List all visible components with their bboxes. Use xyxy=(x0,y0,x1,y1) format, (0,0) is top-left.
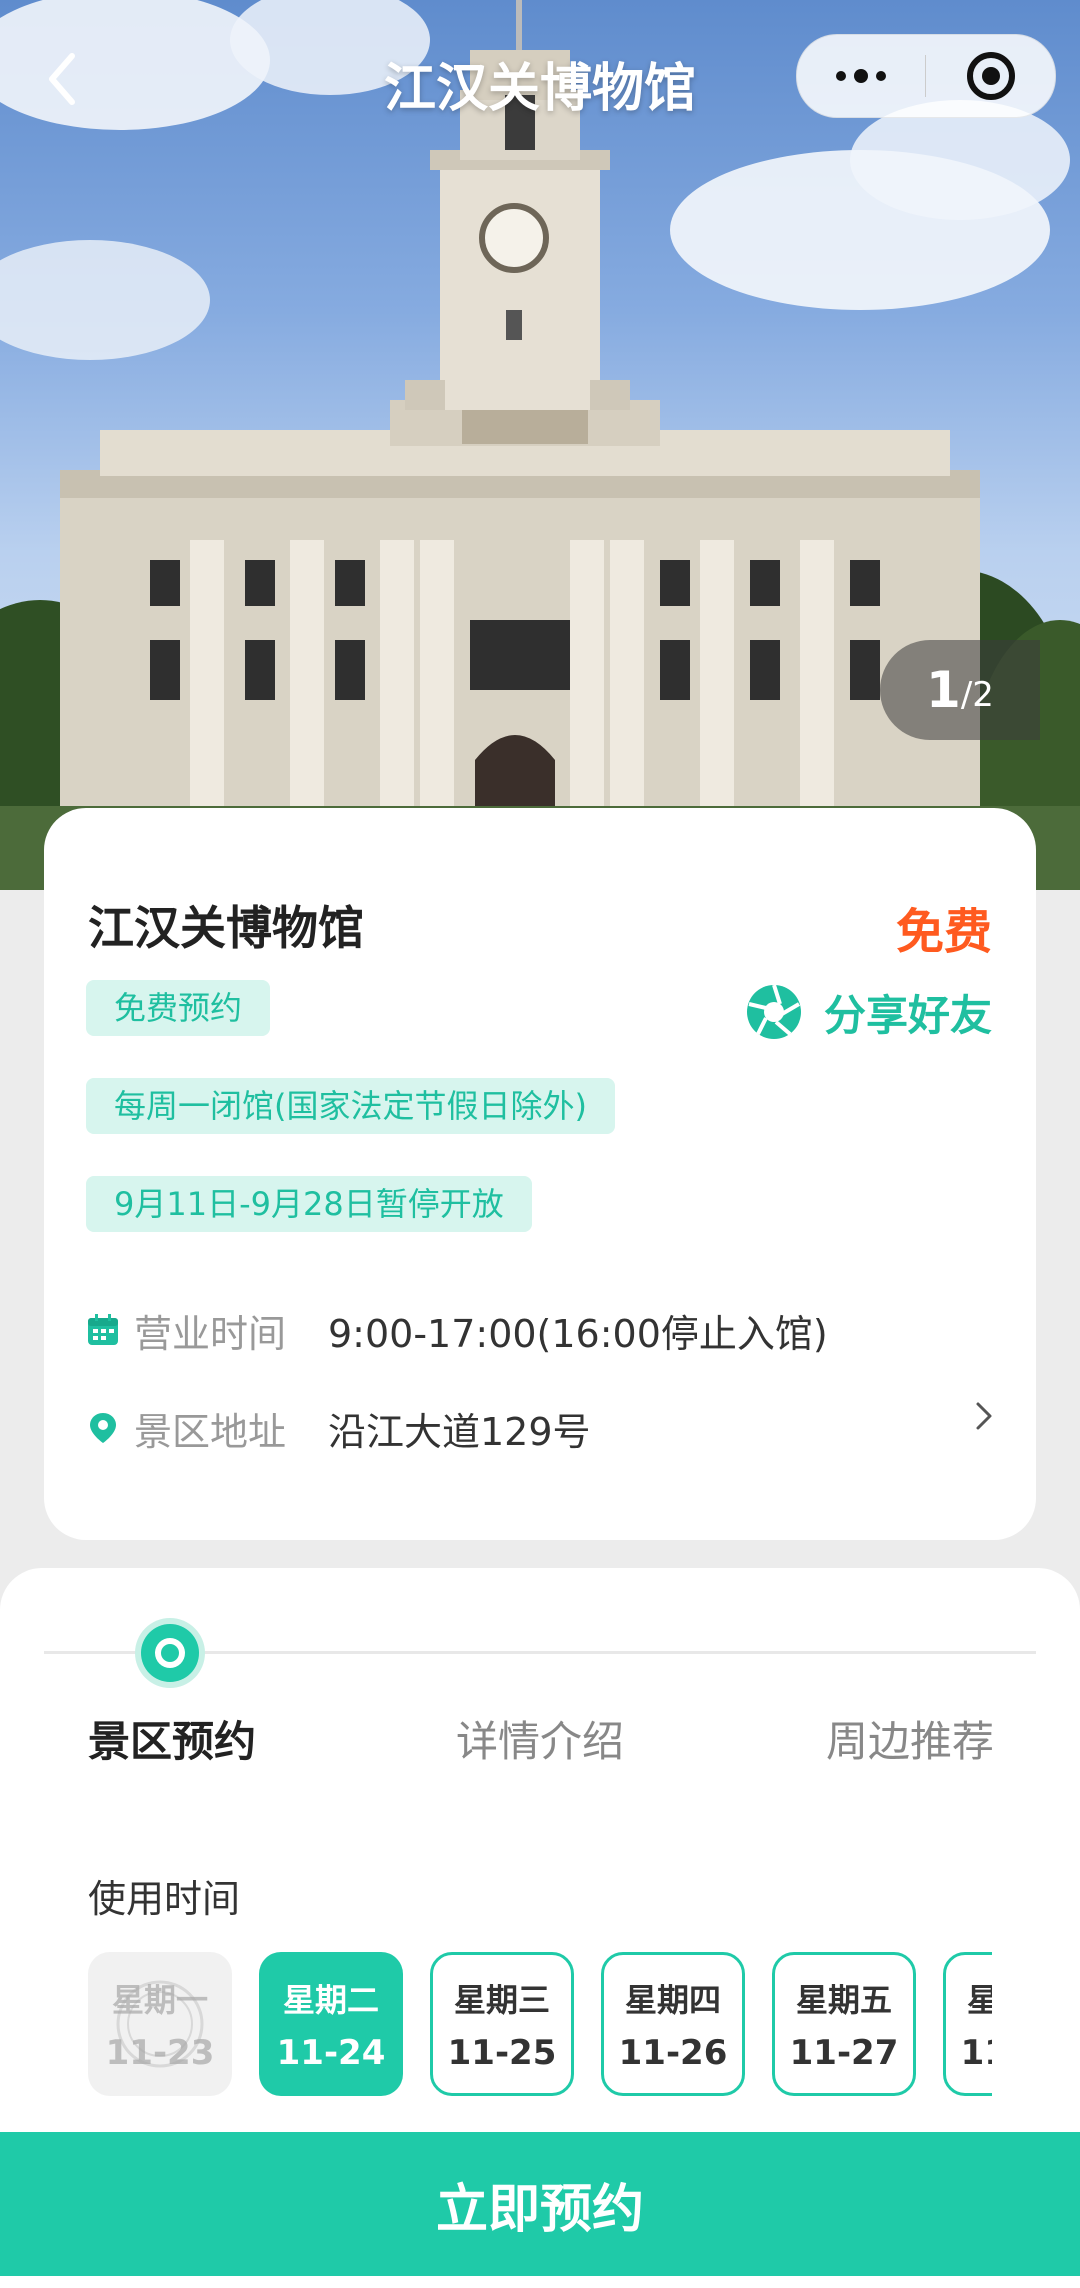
book-now-button[interactable]: 立即预约 xyxy=(0,2132,1080,2276)
date-option[interactable]: 星期六 11-28 xyxy=(943,1952,992,2096)
museum-photo xyxy=(0,0,1080,890)
date-weekday: 星期三 xyxy=(453,1981,550,2019)
more-options-button[interactable] xyxy=(797,35,925,117)
capsule-divider xyxy=(925,55,926,97)
address-label: 景区地址 xyxy=(134,1409,287,1454)
date-weekday: 星期六 xyxy=(966,1981,992,2019)
tab-booking[interactable]: 景区预约 xyxy=(88,1708,256,1769)
aperture-share-icon xyxy=(746,984,801,1039)
address-row[interactable]: 景区地址 沿江大道129号 xyxy=(86,1398,1026,1458)
hours-label: 营业时间 xyxy=(134,1311,287,1356)
tab-nearby[interactable]: 周边推荐 xyxy=(826,1708,994,1769)
share-button[interactable]: 分享好友 xyxy=(744,980,992,1044)
tag-suspended: 9月11日-9月28日暂停开放 xyxy=(86,1176,532,1232)
gallery-counter: 1 /2 xyxy=(880,640,1040,740)
venue-name: 江汉关博物馆 xyxy=(88,901,364,955)
date-option: 星期一 11-23 xyxy=(88,1952,232,2096)
hours-row: 营业时间 9:00-17:00(16:00停止入馆) xyxy=(86,1300,828,1360)
use-time-label: 使用时间 xyxy=(88,1877,241,1921)
date-day: 11-27 xyxy=(789,2033,899,2073)
date-weekday: 星期五 xyxy=(795,1981,892,2019)
date-picker: 星期一 11-23 星期二 11-24 星期三 11-25 星期四 11-26 … xyxy=(88,1952,992,2102)
address-value: 沿江大道129号 xyxy=(328,1409,591,1454)
date-option[interactable]: 星期三 11-25 xyxy=(430,1952,574,2096)
chevron-left-icon xyxy=(49,53,75,105)
date-option[interactable]: 星期二 11-24 xyxy=(259,1952,403,2096)
date-option[interactable]: 星期五 11-27 xyxy=(772,1952,916,2096)
calendar-icon xyxy=(88,1314,118,1345)
miniprogram-capsule xyxy=(796,34,1056,118)
date-weekday: 星期四 xyxy=(624,1981,721,2019)
date-day: 11-26 xyxy=(618,2033,728,2073)
share-label: 分享好友 xyxy=(823,990,992,1040)
back-button[interactable] xyxy=(30,44,100,114)
date-day: 11-24 xyxy=(276,2033,386,2073)
venue-info-card: 江汉关博物馆 免费 免费预约 分享好友 每周一闭馆(国家法定节假日除外) 9月1… xyxy=(44,808,1036,1540)
date-weekday: 星期二 xyxy=(282,1981,379,2019)
date-day: 11-25 xyxy=(447,2033,557,2073)
hero-gallery[interactable] xyxy=(0,0,1080,890)
date-day: 11-28 xyxy=(960,2033,992,2073)
tag-free-booking: 免费预约 xyxy=(86,980,271,1036)
gallery-total: /2 xyxy=(960,675,994,715)
target-close-icon xyxy=(967,52,1015,100)
expired-stamp-icon xyxy=(116,1980,204,2068)
tab-indicator xyxy=(141,1624,199,1682)
tag-closed-monday: 每周一闭馆(国家法定节假日除外) xyxy=(86,1078,615,1134)
gallery-current: 1 xyxy=(926,661,961,719)
location-pin-icon xyxy=(90,1413,116,1443)
chevron-right-icon[interactable] xyxy=(966,1398,1002,1434)
more-dots-icon xyxy=(836,69,886,83)
price-label: 免费 xyxy=(895,904,992,960)
close-miniprogram-button[interactable] xyxy=(927,35,1055,117)
hours-value: 9:00-17:00(16:00停止入馆) xyxy=(328,1311,828,1356)
tab-details[interactable]: 详情介绍 xyxy=(456,1708,624,1769)
date-option[interactable]: 星期四 11-26 xyxy=(601,1952,745,2096)
